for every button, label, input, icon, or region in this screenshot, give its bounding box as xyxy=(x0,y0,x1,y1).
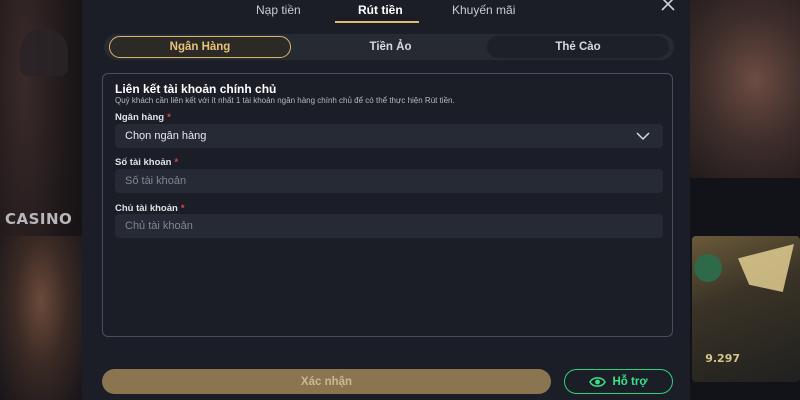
required-mark: * xyxy=(180,203,185,214)
roulette-image xyxy=(0,90,82,170)
eye-support-icon xyxy=(589,376,607,387)
tab-withdraw[interactable]: Rút tiền xyxy=(358,3,403,17)
brand-logo xyxy=(738,244,794,292)
account-holder-input[interactable] xyxy=(125,220,663,232)
form-description: Quý khách cần liên kết với ít nhất 1 tài… xyxy=(115,96,455,105)
required-mark: * xyxy=(167,112,171,123)
casino-section-label: CASINO xyxy=(5,210,73,228)
spade-decoration xyxy=(20,28,68,76)
subtab-crypto[interactable]: Tiền Ảo xyxy=(298,36,483,58)
close-button[interactable] xyxy=(659,0,677,13)
account-number-field xyxy=(115,169,663,193)
close-icon xyxy=(661,0,675,11)
promo-girl-image xyxy=(672,0,800,178)
tab-promotions[interactable]: Khuyến mãi xyxy=(452,3,515,17)
chevron-down-icon xyxy=(636,132,650,141)
background-left-panel: CASINO xyxy=(0,0,82,400)
subtab-bank[interactable]: Ngân Hàng xyxy=(109,36,291,58)
active-tab-underline xyxy=(335,21,419,23)
support-button[interactable]: Hỗ trợ xyxy=(564,369,673,394)
tab-deposit[interactable]: Nạp tiền xyxy=(256,3,301,17)
account-holder-field xyxy=(115,214,663,238)
withdraw-method-tabs: Ngân Hàng Tiền Ảo Thẻ Cào xyxy=(104,34,674,60)
account-number-label: Số tài khoản * xyxy=(115,157,179,168)
bank-link-form: Liên kết tài khoản chính chủ Quý khách c… xyxy=(102,73,673,337)
confirm-button[interactable]: Xác nhận xyxy=(102,369,551,394)
main-tabs: Nạp tiền Rút tiền Khuyến mãi xyxy=(82,0,690,24)
bank-select[interactable]: Chọn ngân hàng xyxy=(115,124,663,148)
bank-select-value: Chọn ngân hàng xyxy=(125,130,207,142)
promo-amount: 9.297 xyxy=(705,352,740,365)
support-label: Hỗ trợ xyxy=(612,375,648,388)
bank-label: Ngân hàng * xyxy=(115,112,171,123)
dealer-image xyxy=(0,236,82,400)
form-title: Liên kết tài khoản chính chủ xyxy=(115,82,277,96)
subtab-card[interactable]: Thẻ Cào xyxy=(487,36,669,58)
background-right-panel: 9.297 xyxy=(672,0,800,400)
account-holder-label: Chủ tài khoản * xyxy=(115,203,185,214)
chip-icon xyxy=(694,254,722,282)
withdraw-modal: Nạp tiền Rút tiền Khuyến mãi Ngân Hàng T… xyxy=(82,0,690,400)
required-mark: * xyxy=(174,157,179,168)
account-number-input[interactable] xyxy=(125,175,663,187)
